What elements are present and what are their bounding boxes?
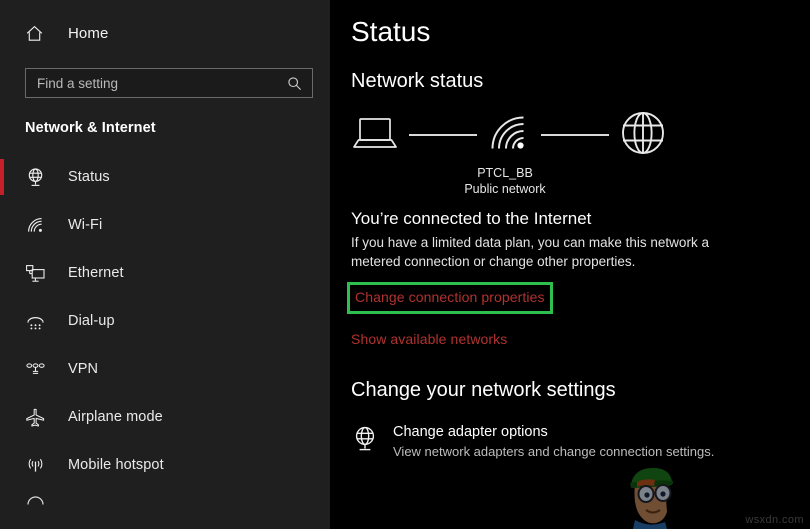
laptop-icon bbox=[351, 113, 399, 158]
sidebar-item-wifi-label: Wi-Fi bbox=[68, 217, 103, 233]
airplane-icon bbox=[25, 407, 51, 428]
sidebar-item-status[interactable]: Status bbox=[0, 153, 330, 201]
sidebar-nav: Status Wi-Fi Ethernet Dial-up VPN Airpla… bbox=[0, 153, 330, 519]
home-icon bbox=[25, 24, 51, 43]
globe-stand-icon bbox=[351, 423, 389, 453]
sidebar-item-dialup[interactable]: Dial-up bbox=[0, 297, 330, 345]
sidebar-item-proxy[interactable] bbox=[0, 489, 330, 519]
sidebar-item-dialup-label: Dial-up bbox=[68, 313, 115, 329]
option-subtitle: View network adapters and change connect… bbox=[393, 444, 715, 459]
wifi-icon bbox=[25, 215, 51, 236]
sidebar-item-wifi[interactable]: Wi-Fi bbox=[0, 201, 330, 249]
cartoon-character-watermark bbox=[613, 462, 685, 529]
sidebar-item-home-label: Home bbox=[68, 24, 109, 42]
sidebar-item-mobile-hotspot[interactable]: Mobile hotspot bbox=[0, 441, 330, 489]
sidebar-item-airplane-mode[interactable]: Airplane mode bbox=[0, 393, 330, 441]
ethernet-icon bbox=[25, 263, 51, 284]
search-icon[interactable] bbox=[287, 76, 312, 91]
mobile-hotspot-icon bbox=[25, 455, 51, 476]
sidebar-item-airplane-mode-label: Airplane mode bbox=[68, 409, 163, 425]
search-box[interactable] bbox=[25, 68, 313, 98]
show-available-networks-link[interactable]: Show available networks bbox=[351, 331, 810, 347]
network-status-heading: Network status bbox=[351, 70, 484, 92]
sidebar-item-ethernet-label: Ethernet bbox=[68, 265, 124, 281]
proxy-icon bbox=[25, 494, 51, 515]
network-type: Public network bbox=[464, 182, 546, 196]
dialup-icon bbox=[25, 311, 51, 332]
search-input[interactable] bbox=[26, 69, 287, 97]
sidebar: Home Network & Internet bbox=[0, 0, 330, 529]
option-change-adapter-options[interactable]: Change adapter options View network adap… bbox=[351, 423, 810, 461]
globe-stand-icon bbox=[25, 167, 51, 188]
sidebar-category-title: Network & Internet bbox=[25, 120, 156, 136]
network-diagram: PTCL_BB Public network bbox=[351, 107, 671, 196]
diagram-connector-line-1 bbox=[409, 134, 477, 136]
connection-description: If you have a limited data plan, you can… bbox=[351, 235, 709, 269]
sidebar-item-vpn[interactable]: VPN bbox=[0, 345, 330, 393]
sidebar-item-vpn-label: VPN bbox=[68, 361, 99, 377]
sidebar-item-home[interactable]: Home bbox=[0, 12, 330, 54]
page-title: Status bbox=[351, 16, 431, 47]
connection-heading: You’re connected to the Internet bbox=[351, 209, 592, 228]
globe-icon bbox=[619, 109, 667, 162]
option-title: Change adapter options bbox=[393, 424, 548, 440]
change-connection-properties-row: Change connection properties bbox=[347, 282, 810, 314]
diagram-connector-line-2 bbox=[541, 134, 609, 136]
network-name: PTCL_BB bbox=[477, 166, 533, 180]
main-content: Status Network status PTCL_BB Public net… bbox=[330, 0, 810, 529]
watermark-text: wsxdn.com bbox=[745, 514, 804, 526]
change-connection-properties-link[interactable]: Change connection properties bbox=[355, 289, 545, 305]
sidebar-item-status-label: Status bbox=[68, 169, 110, 185]
sidebar-item-ethernet[interactable]: Ethernet bbox=[0, 249, 330, 297]
vpn-icon bbox=[25, 359, 51, 380]
selected-indicator bbox=[0, 159, 4, 195]
wifi-icon bbox=[487, 112, 531, 159]
settings-window: Home Network & Internet bbox=[0, 0, 810, 529]
change-network-settings-heading: Change your network settings bbox=[351, 379, 616, 401]
sidebar-item-mobile-hotspot-label: Mobile hotspot bbox=[68, 457, 164, 473]
